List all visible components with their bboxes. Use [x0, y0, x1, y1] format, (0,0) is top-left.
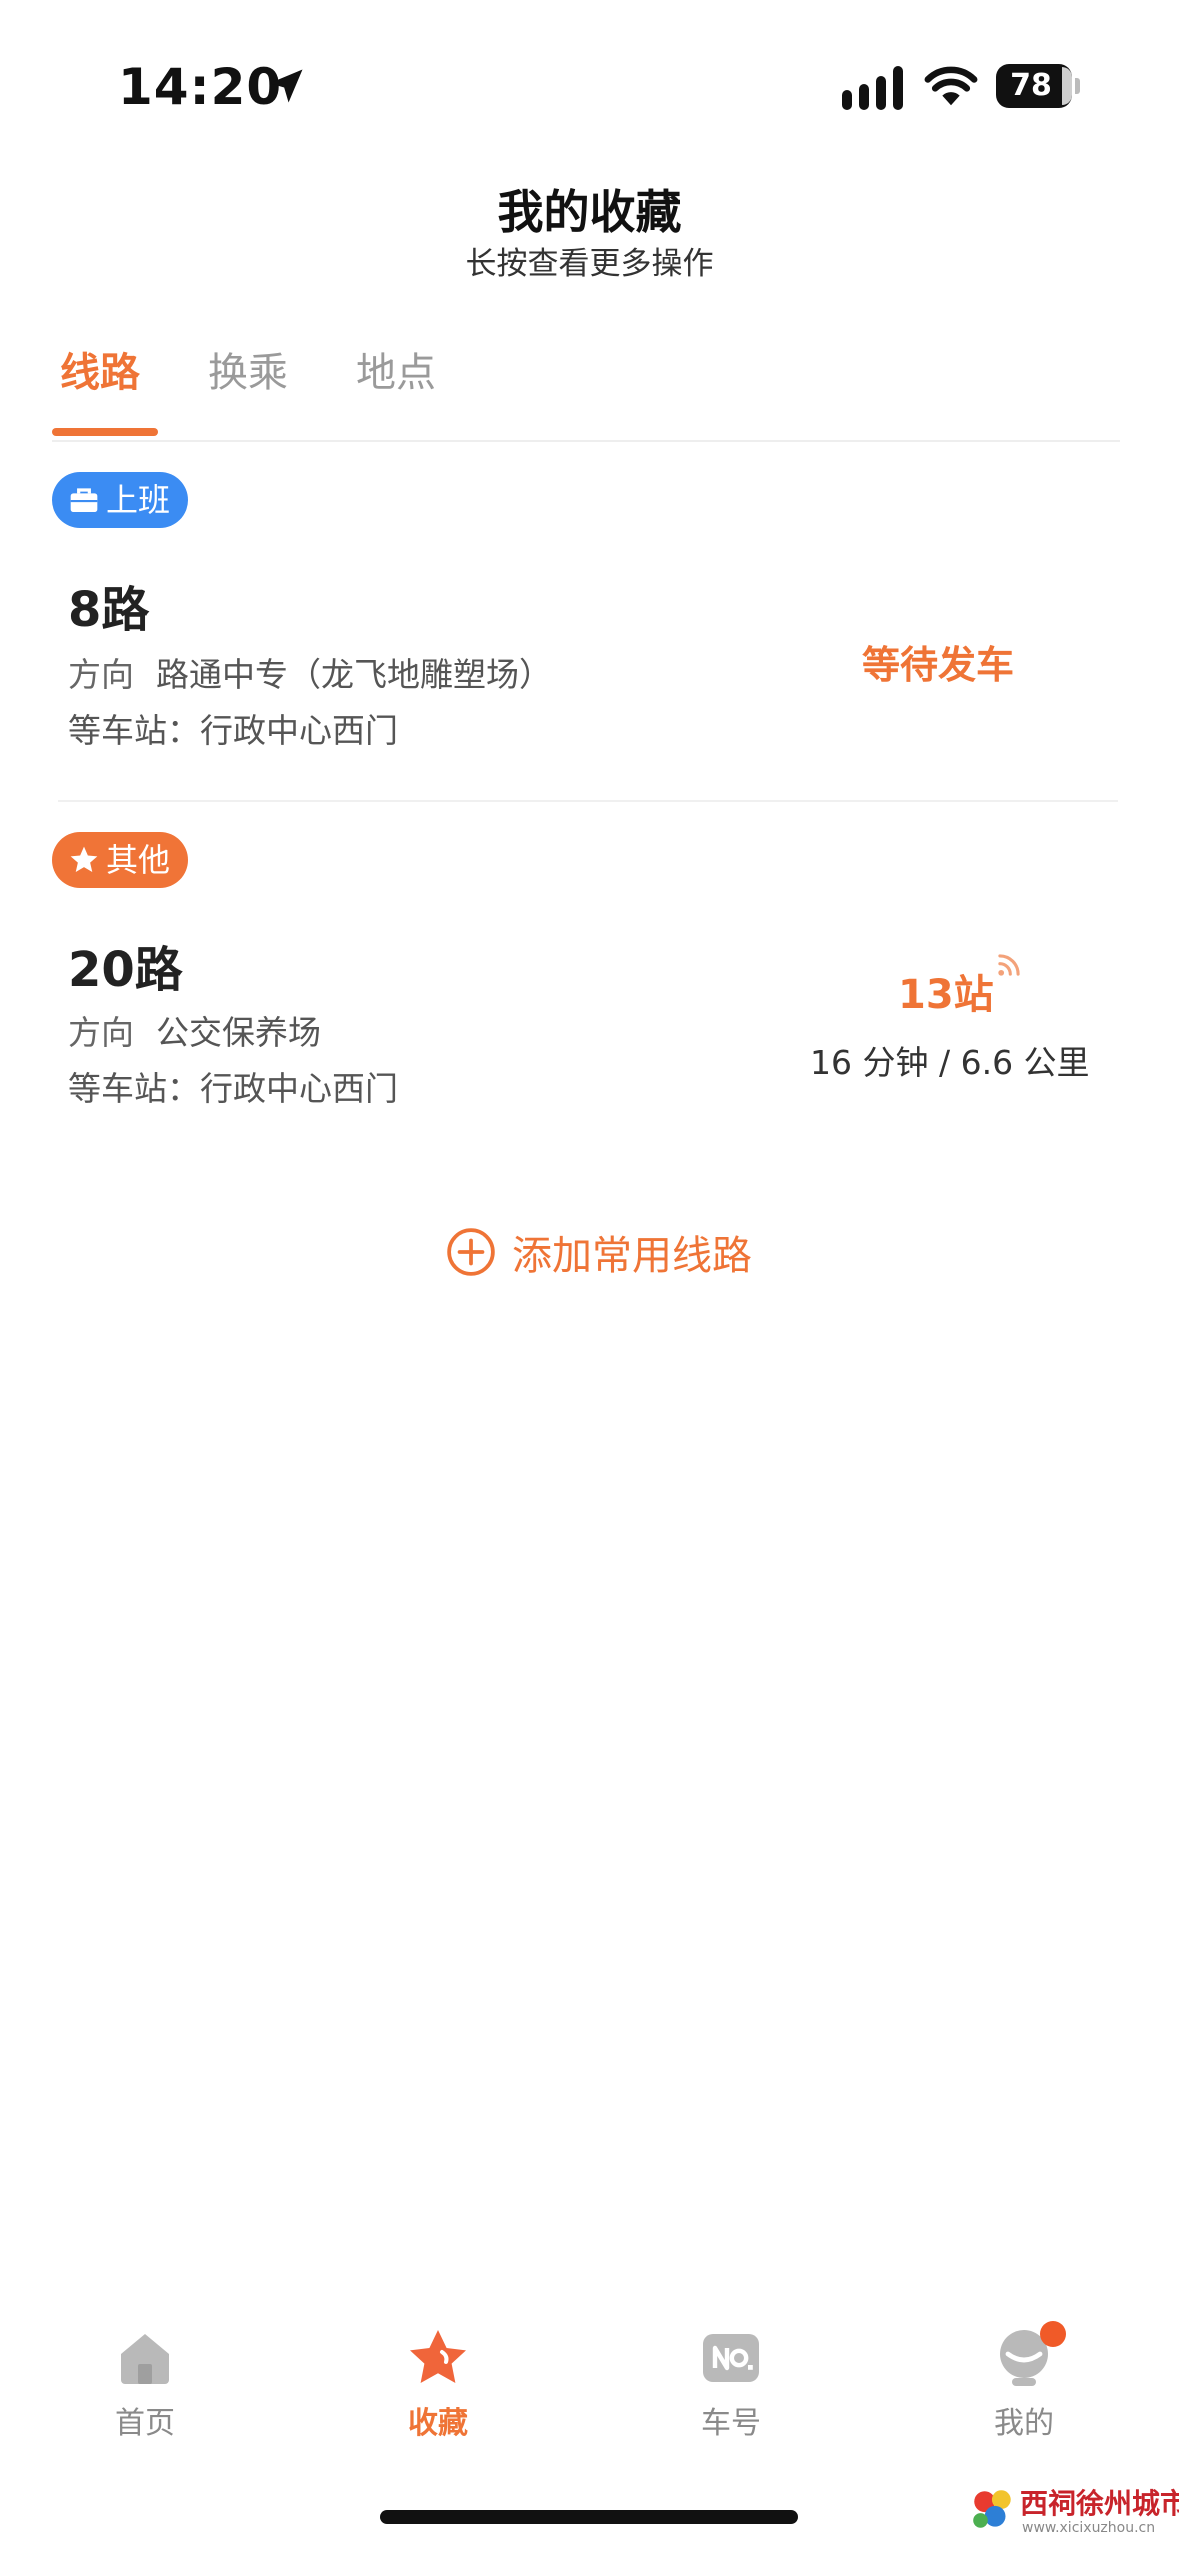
route-name: 20路 — [68, 942, 183, 998]
watermark-text: 西祠徐州城市站 — [1020, 2487, 1179, 2520]
waiting-station: 等车站：行政中心西门 — [68, 1069, 398, 1108]
add-route-label: 添加常用线路 — [512, 1233, 752, 1279]
eta-distance: 16 分钟 / 6.6 公里 — [810, 1043, 1090, 1082]
direction-label: 方向 — [68, 655, 134, 694]
cellular-signal-icon — [842, 66, 903, 110]
home-indicator[interactable] — [380, 2510, 798, 2524]
nav-home-label: 首页 — [115, 2406, 175, 2441]
bus-number-icon — [703, 2334, 759, 2382]
nav-favorites-label: 收藏 — [408, 2406, 468, 2441]
watermark-url: www.xicixuzhou.cn — [1022, 2520, 1156, 2536]
status-time: 14:20 — [118, 58, 283, 116]
home-icon — [121, 2334, 169, 2384]
nav-profile[interactable]: 我的 — [954, 2326, 1094, 2442]
add-route-button[interactable]: 添加常用线路 — [446, 1224, 752, 1280]
route-name: 8路 — [68, 582, 150, 638]
nav-profile-label: 我的 — [994, 2406, 1054, 2441]
nav-bus-number[interactable]: 车号 — [661, 2326, 801, 2442]
page-title: 我的收藏 — [497, 185, 682, 239]
nav-favorites[interactable]: 收藏 — [368, 2326, 508, 2442]
notification-dot — [1040, 2321, 1066, 2347]
nav-bus-number-label: 车号 — [701, 2406, 761, 2441]
tab-transfer[interactable]: 换乘 — [208, 340, 288, 398]
watermark: 西祠徐州城市站 www.xicixuzhou.cn — [968, 2476, 1179, 2546]
wifi-icon — [924, 66, 978, 106]
location-arrow-icon — [269, 69, 303, 103]
tab-routes[interactable]: 线路 — [60, 340, 140, 398]
direction-value: 路通中专（龙飞地雕塑场） — [156, 655, 552, 694]
direction-value: 公交保养场 — [156, 1013, 321, 1052]
route-direction: 方向 路通中专（龙飞地雕塑场） — [68, 648, 552, 696]
page-subtitle: 长按查看更多操作 — [465, 246, 714, 282]
tab-places[interactable]: 地点 — [356, 340, 436, 398]
waiting-station: 等车站：行政中心西门 — [68, 711, 398, 750]
battery-percentage: 78 — [1010, 68, 1052, 103]
battery-indicator: 78 — [996, 64, 1080, 108]
star-icon — [410, 2330, 466, 2383]
plus-circle-icon — [447, 1228, 495, 1276]
route-status: 等待发车 — [862, 643, 1015, 687]
tab-divider — [52, 440, 1120, 442]
direction-label: 方向 — [68, 1013, 134, 1052]
realtime-signal-icon — [998, 954, 1020, 976]
watermark-logo-icon — [973, 2490, 1011, 2528]
route-direction: 方向 公交保养场 — [68, 1006, 321, 1054]
stops-away: 13站 — [898, 972, 994, 1018]
active-tab-indicator — [52, 428, 158, 436]
row-divider — [58, 800, 1118, 802]
nav-home[interactable]: 首页 — [75, 2326, 215, 2442]
